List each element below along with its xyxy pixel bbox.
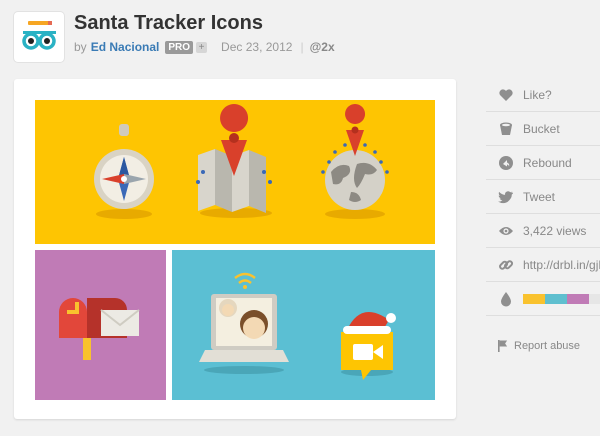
pro-badge[interactable]: PRO [165,40,194,54]
short-link-label: http://drbl.in/gjD [523,257,600,272]
eye-icon [498,223,514,239]
glasses-icon [22,21,56,50]
author-avatar[interactable] [14,12,64,62]
rebound-icon [498,155,514,171]
palette-swatches [523,293,600,304]
purple-panel [35,250,166,400]
follow-plus-button[interactable]: + [196,41,208,53]
flag-icon [498,340,508,352]
short-link[interactable]: http://drbl.in/gjD [486,248,600,282]
shot-image[interactable] [35,100,435,400]
shot-title: Santa Tracker Icons [74,12,263,34]
tweet-action[interactable]: Tweet [486,180,600,214]
views-label: 3,422 views [523,223,587,238]
shot-frame [14,79,456,419]
views-count: 3,422 views [486,214,600,248]
author-link[interactable]: Ed Nacional [91,40,160,54]
swatch-teal[interactable] [545,293,567,304]
2x-link[interactable]: @2x [310,40,335,54]
report-abuse-link[interactable]: Report abuse [486,340,580,352]
like-label: Like? [523,87,552,102]
shot-date: Dec 23, 2012 [221,40,293,54]
teal-panel [172,250,435,400]
twitter-bird-icon [498,189,514,205]
shot-sidebar: Like? Bucket Rebound Tweet 3,422 views h… [486,78,600,316]
shot-byline: by Ed Nacional PRO + Dec 23, 2012 | @2x [74,40,335,54]
swatch-light-gray[interactable] [589,293,600,304]
swatch-yellow[interactable] [523,293,545,304]
droplet-icon [498,291,514,307]
report-abuse-label: Report abuse [514,340,581,352]
byline-separator: | [300,40,304,54]
rebound-action[interactable]: Rebound [486,146,600,180]
bucket-action[interactable]: Bucket [486,112,600,146]
color-palette[interactable] [486,282,600,316]
bucket-icon [498,121,514,137]
yellow-panel [35,100,435,244]
by-label: by [74,40,87,54]
link-icon [498,257,514,273]
swatch-purple[interactable] [567,293,589,304]
like-action[interactable]: Like? [486,78,600,112]
tweet-label: Tweet [523,189,556,204]
bucket-label: Bucket [523,121,560,136]
heart-icon [498,87,514,103]
rebound-label: Rebound [523,155,572,170]
